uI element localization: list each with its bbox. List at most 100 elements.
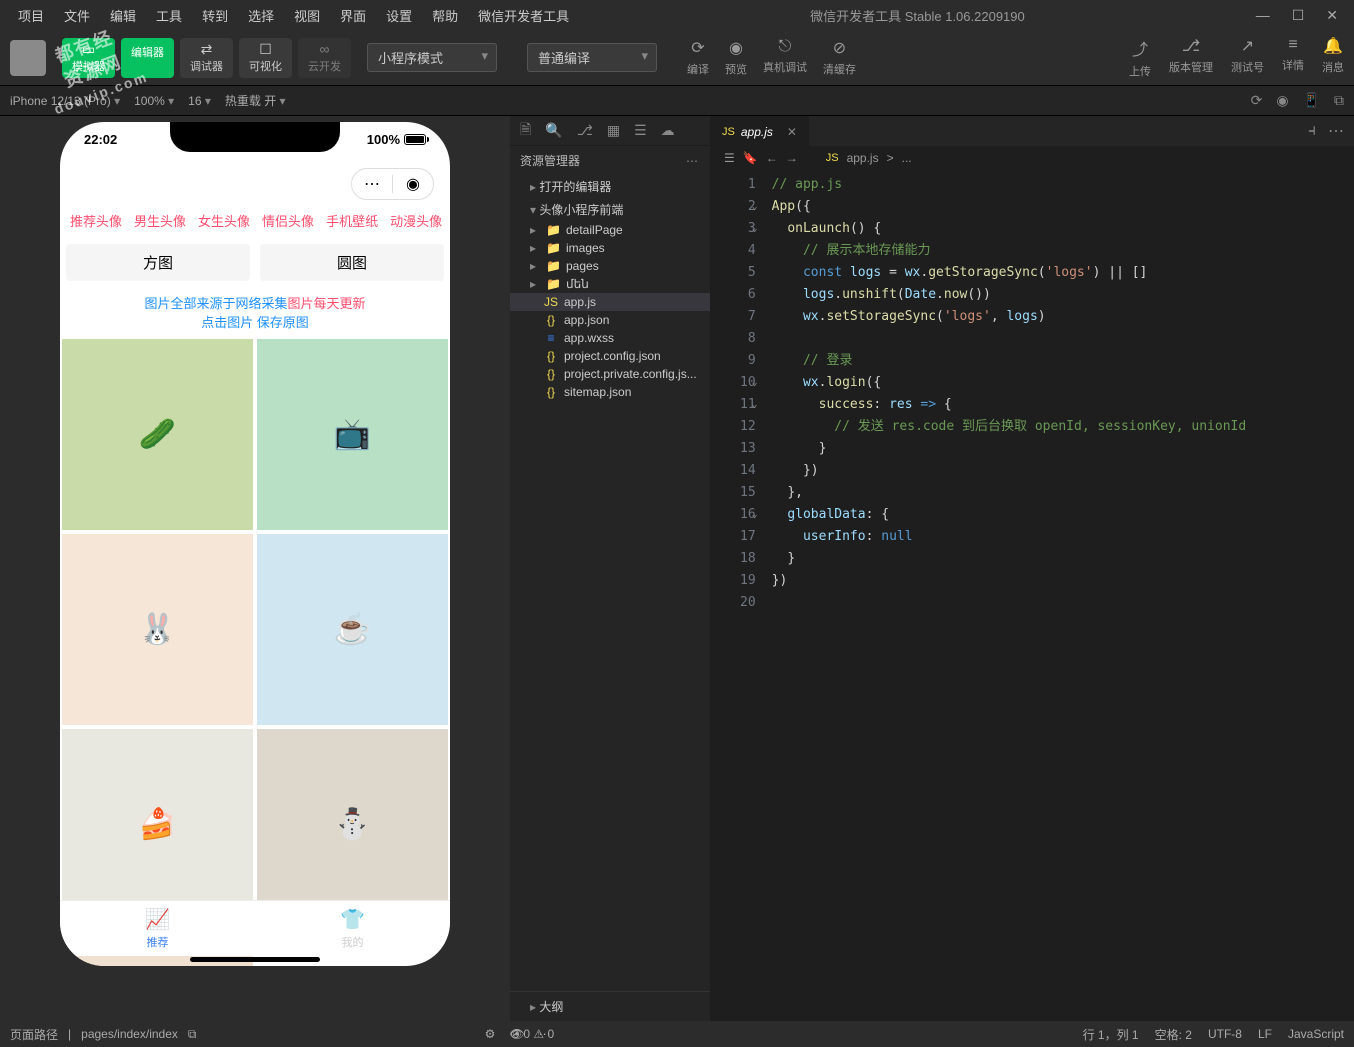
tree-file[interactable]: {}sitemap.json [510, 383, 710, 401]
explorer-more-icon[interactable]: ⋯ [686, 154, 700, 168]
toolbar-mode-button[interactable]: 编辑器 [121, 38, 174, 78]
tree-file[interactable]: {}project.config.json [510, 347, 710, 365]
tabbar-item[interactable]: 👕我的 [340, 907, 365, 950]
menu-item[interactable]: 界面 [330, 2, 376, 29]
toolbar-action-button[interactable]: ⊘清缓存 [823, 38, 856, 77]
zoom-select[interactable]: 100% [134, 94, 174, 108]
menu-item[interactable]: 工具 [146, 2, 192, 29]
error-warning-status[interactable]: ⊘ 0 ⚠ 0 [510, 1027, 554, 1041]
search-icon[interactable]: 🔍 [545, 122, 562, 139]
page-path-label[interactable]: 页面路径 [10, 1026, 58, 1043]
toolbar-right-button[interactable]: ⎇版本管理 [1169, 36, 1213, 79]
toolbar-mode-button[interactable]: ▭模拟器 [62, 38, 115, 78]
copy-path-icon[interactable]: ⧉ [188, 1027, 197, 1042]
toolbar-mode-button[interactable]: ☐可视化 [239, 38, 292, 78]
outline-section[interactable]: 大纲 [510, 991, 710, 1021]
minimize-button[interactable]: — [1256, 7, 1270, 24]
code-area[interactable]: 12⌄3⌄45678910⌄11⌄1213141516⌄17181920 // … [710, 170, 1354, 1021]
nav-fwd-icon[interactable]: → [786, 151, 798, 165]
category-tab[interactable]: 动漫头像 [384, 207, 448, 234]
category-tab[interactable]: 手机壁纸 [320, 207, 384, 234]
tree-file[interactable]: {}app.json [510, 311, 710, 329]
capsule-close-button[interactable]: ◉ [393, 169, 433, 199]
menu-item[interactable]: 微信开发者工具 [468, 2, 579, 29]
editor-tab-active[interactable]: JS app.js ✕ [710, 116, 809, 146]
tab-close-icon[interactable]: ✕ [787, 125, 797, 139]
nav-icon[interactable]: ☰ [724, 151, 735, 165]
tree-folder[interactable]: 📁pages [510, 257, 710, 275]
code-content[interactable]: // app.jsApp({ onLaunch() { // 展示本地存储能力 … [772, 174, 1247, 1021]
toolbar-right-button[interactable]: ↗测试号 [1231, 36, 1264, 79]
status-item[interactable]: UTF-8 [1208, 1027, 1242, 1041]
tree-folder[interactable]: 📁մեն [510, 275, 710, 293]
status-item[interactable]: JavaScript [1288, 1027, 1344, 1041]
mode-select[interactable]: 小程序模式 [367, 43, 497, 72]
toolbar-action-button[interactable]: ⟳编译 [687, 38, 709, 77]
debug-icon[interactable]: ▦ [607, 122, 620, 139]
maximize-button[interactable]: ☐ [1292, 7, 1305, 24]
nav-back-icon[interactable]: ← [766, 151, 778, 165]
tree-folder[interactable]: 📁detailPage [510, 221, 710, 239]
hot-reload-select[interactable]: 热重载 开 [225, 92, 286, 109]
editor-more-icon[interactable]: ⋯ [1328, 121, 1344, 141]
project-section[interactable]: 头像小程序前端 [510, 198, 710, 221]
menu-item[interactable]: 选择 [238, 2, 284, 29]
menu-item[interactable]: 项目 [8, 2, 54, 29]
page-path[interactable]: pages/index/index [81, 1027, 178, 1041]
tree-file[interactable]: JSapp.js [510, 293, 710, 311]
status-item[interactable]: LF [1258, 1027, 1272, 1041]
device-select[interactable]: iPhone 12/13 (Pro) [10, 94, 120, 108]
toolbar-right-button[interactable]: 🔔消息 [1322, 36, 1344, 79]
tree-file[interactable]: ≡app.wxss [510, 329, 710, 347]
grid-image[interactable]: 🐰 [62, 534, 253, 725]
subbar-icon[interactable]: ◉ [1276, 92, 1288, 109]
scene-icon[interactable]: ⚙ [485, 1027, 496, 1041]
menu-item[interactable]: 帮助 [422, 2, 468, 29]
subbar-icon[interactable]: 📱 [1303, 92, 1320, 109]
files-icon[interactable]: 🗎 [520, 119, 531, 143]
tree-file[interactable]: {}project.private.config.js... [510, 365, 710, 383]
grid-image[interactable]: 🍰 [62, 729, 253, 920]
ext-icon[interactable]: ☰ [634, 122, 647, 139]
subbar-icon[interactable]: ⟳ [1251, 92, 1263, 109]
category-tab[interactable]: 女生头像 [192, 207, 256, 234]
split-editor-icon[interactable]: ⫞ [1308, 122, 1316, 140]
open-editors-section[interactable]: 打开的编辑器 [510, 175, 710, 198]
category-tab[interactable]: 情侣头像 [256, 207, 320, 234]
toolbar-mode-button[interactable]: ∞云开发 [298, 38, 351, 78]
cloud-icon[interactable]: ☁ [661, 122, 675, 139]
subbar-icon[interactable]: ⧉ [1334, 92, 1344, 109]
compile-select[interactable]: 普通编译 [527, 43, 657, 72]
bookmark-icon[interactable]: 🔖 [743, 151, 758, 165]
menu-item[interactable]: 编辑 [100, 2, 146, 29]
user-avatar[interactable] [10, 40, 46, 76]
tabbar-item[interactable]: 📈推荐 [145, 907, 170, 950]
font-select[interactable]: 16 [188, 94, 211, 108]
grid-image[interactable]: ☕ [257, 534, 448, 725]
grid-image[interactable]: 🥒 [62, 339, 253, 530]
toolbar-action-button[interactable]: ◉预览 [725, 38, 747, 77]
menu-item[interactable]: 转到 [192, 2, 238, 29]
git-icon[interactable]: ⎇ [577, 122, 593, 139]
shape-tab-round[interactable]: 圆图 [260, 244, 444, 281]
status-item[interactable]: 行 1，列 1 [1083, 1026, 1139, 1043]
menu-item[interactable]: 视图 [284, 2, 330, 29]
explorer-panel: 🗎 🔍 ⎇ ▦ ☰ ☁ 资源管理器 ⋯ 打开的编辑器 头像小程序前端 📁deta… [510, 116, 710, 1021]
toolbar-mode-button[interactable]: ⇄调试器 [180, 38, 233, 78]
close-button[interactable]: ✕ [1326, 7, 1338, 24]
tree-folder[interactable]: 📁images [510, 239, 710, 257]
category-tab[interactable]: 推荐头像 [64, 207, 128, 234]
shape-tab-square[interactable]: 方图 [66, 244, 250, 281]
menu-item[interactable]: 文件 [54, 2, 100, 29]
category-tab[interactable]: 男生头像 [128, 207, 192, 234]
breadcrumb-file[interactable]: app.js [847, 151, 879, 165]
status-item[interactable]: 空格: 2 [1155, 1026, 1192, 1043]
toolbar-right-button[interactable]: ⤴上传 [1129, 36, 1151, 79]
grid-image[interactable]: 📺 [257, 339, 448, 530]
battery-icon [404, 134, 426, 145]
capsule-menu-button[interactable]: ⋯ [352, 169, 392, 199]
menu-item[interactable]: 设置 [376, 2, 422, 29]
grid-image[interactable]: ⛄ [257, 729, 448, 920]
toolbar-right-button[interactable]: ≡详情 [1282, 36, 1304, 79]
toolbar-action-button[interactable]: ⎋真机调试 [763, 38, 807, 77]
